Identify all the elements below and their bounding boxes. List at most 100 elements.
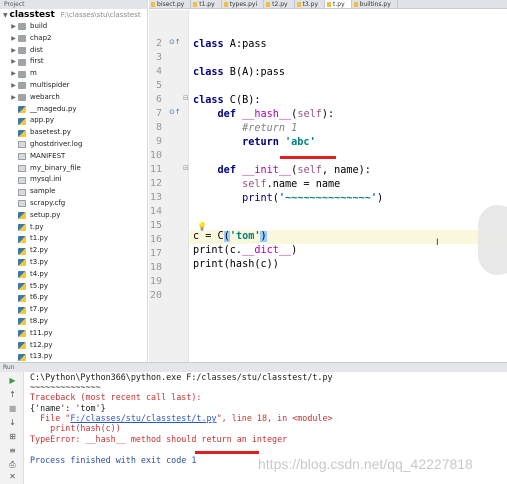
project-root[interactable]: ▼ classtest F:\classes\stu\classtest <box>0 9 147 21</box>
chevron-right-icon[interactable]: ▶ <box>9 80 18 92</box>
chevron-right-icon[interactable]: ▶ <box>9 21 18 33</box>
trash-icon[interactable]: ✕ <box>8 472 17 481</box>
project-panel-header[interactable]: Project <box>0 0 147 9</box>
run-panel-header[interactable]: Run <box>0 362 507 372</box>
code-line-12: self.name = name <box>193 178 340 192</box>
folder-icon <box>18 46 26 54</box>
layout-icon[interactable]: ⊞ <box>8 432 17 441</box>
tree-file[interactable]: t6.py <box>0 292 147 304</box>
line-number: 11 <box>149 164 162 175</box>
code-line-2: class A:pass <box>193 38 267 52</box>
tree-file[interactable]: scrapy.cfg <box>0 198 147 210</box>
tree-file[interactable]: ghostdriver.log <box>0 139 147 151</box>
chevron-right-icon[interactable]: ▶ <box>9 45 18 57</box>
override-gutter-icon[interactable]: ⊙↑ <box>169 38 181 46</box>
tree-file[interactable]: t4.py <box>0 269 147 281</box>
folder-icon <box>18 58 26 66</box>
editor-tab[interactable]: t1.py <box>191 0 222 8</box>
tree-file[interactable]: t.py <box>0 222 147 234</box>
self-param: self <box>297 165 322 176</box>
lightbulb-icon[interactable]: 💡 <box>197 222 207 231</box>
line-number: 12 <box>149 178 162 189</box>
traceback-file-link[interactable]: F:/classes/stu/classtest/t.py <box>70 413 216 423</box>
tree-folder[interactable]: ▶ first <box>0 56 147 68</box>
code-editor[interactable]: class A:pass class B(A):pass class C(B):… <box>190 10 507 362</box>
line-number: 18 <box>149 262 162 273</box>
tree-file[interactable]: my_binary_file <box>0 163 147 175</box>
code-text: A:pass <box>223 39 267 50</box>
string-literal: 'tom' <box>229 231 261 242</box>
tree-file[interactable]: t13.py <box>0 351 147 362</box>
line-number: 20 <box>149 290 162 301</box>
editor-gutter: ⊙↑ ⊙↑ ⊟ ⊟ 2 3 4 5 6 7 8 9 10 11 12 13 14 15 16 17 18 19 20 <box>149 10 189 362</box>
tree-file[interactable]: t8.py <box>0 316 147 328</box>
tree-folder[interactable]: ▶ multispider <box>0 80 147 92</box>
scrollbar-thumb[interactable] <box>478 205 507 275</box>
editor-tab[interactable]: t3.py <box>295 0 325 8</box>
editor-tab[interactable]: t2.py <box>264 0 295 8</box>
tree-file[interactable]: t3.py <box>0 257 147 269</box>
editor-tab[interactable]: types.pyi <box>222 0 265 8</box>
tree-folder[interactable]: ▶ m <box>0 68 147 80</box>
project-sidebar: Project ▼ classtest F:\classes\stu\class… <box>0 0 148 362</box>
print-icon[interactable]: ⎙ <box>8 460 17 469</box>
keyword: def <box>217 165 236 176</box>
fold-icon[interactable]: ⊟ <box>183 164 189 172</box>
soft-wrap-icon[interactable]: ≡ <box>8 446 17 455</box>
editor-tab[interactable]: builtins.py <box>352 0 398 8</box>
file-icon <box>18 141 26 149</box>
rerun-icon[interactable]: ▶ <box>8 376 17 385</box>
console-command: C:\Python\Python366\python.exe F:/classe… <box>30 372 333 382</box>
line-number: 15 <box>149 220 162 231</box>
stop-icon[interactable]: ■ <box>8 404 17 413</box>
tree-file[interactable]: t11.py <box>0 328 147 340</box>
tree-item-label: ghostdriver.log <box>30 139 83 148</box>
tree-item-label: scrapy.cfg <box>30 198 66 207</box>
red-annotation-underline <box>195 451 259 454</box>
override-gutter-icon[interactable]: ⊙↑ <box>169 108 181 116</box>
tree-folder[interactable]: ▶ dist <box>0 45 147 57</box>
tree-file[interactable]: t7.py <box>0 304 147 316</box>
tree-file[interactable]: app.py <box>0 115 147 127</box>
python-file-icon <box>18 223 26 231</box>
tree-item-label: t8.py <box>30 316 49 325</box>
chevron-right-icon[interactable]: ▶ <box>9 92 18 104</box>
tree-file[interactable]: __magedu.py <box>0 104 147 116</box>
line-number: 13 <box>149 192 162 203</box>
down-arrow-icon[interactable]: ↓ <box>8 418 17 427</box>
editor-tab[interactable]: bisect.py <box>149 0 192 8</box>
tree-folder[interactable]: ▶ build <box>0 21 147 33</box>
tree-file[interactable]: setup.py <box>0 210 147 222</box>
tree-file[interactable]: MANIFEST <box>0 151 147 163</box>
code-text: C(B): <box>223 95 261 106</box>
code-line-6: class C(B): <box>193 94 260 108</box>
run-toolbar: ▶ ↑ ■ ↓ ⊞ ≡ ⎙ ✕ <box>0 372 24 484</box>
code-line-11: def __init__(self, name): <box>193 164 371 178</box>
tree-file[interactable]: t5.py <box>0 281 147 293</box>
code-text: print(hash(c)) <box>193 259 279 270</box>
code-line-4: class B(A):pass <box>193 66 285 80</box>
chevron-right-icon[interactable]: ▶ <box>9 33 18 45</box>
editor-tab[interactable]: t.py <box>325 0 352 8</box>
tree-folder[interactable]: ▶ chap2 <box>0 33 147 45</box>
keyword: return <box>242 137 279 148</box>
tree-file[interactable]: t12.py <box>0 340 147 352</box>
fold-icon[interactable]: ⊟ <box>183 94 189 102</box>
tree-item-label: dist <box>30 45 43 54</box>
string-literal: '~~~~~~~~~~~~~~' <box>278 193 378 204</box>
tree-file[interactable]: mysql.ini <box>0 174 147 186</box>
code-line-8: #return 1 <box>193 122 297 136</box>
tree-file[interactable]: sample <box>0 186 147 198</box>
run-tab-label[interactable]: Run <box>3 364 15 371</box>
python-file-icon <box>18 318 26 326</box>
chevron-right-icon[interactable]: ▶ <box>9 56 18 68</box>
chevron-right-icon[interactable]: ▶ <box>9 68 18 80</box>
tree-file[interactable]: t2.py <box>0 245 147 257</box>
tree-item-label: MANIFEST <box>30 151 66 160</box>
tree-file[interactable]: basetest.py <box>0 127 147 139</box>
up-arrow-icon[interactable]: ↑ <box>8 390 17 399</box>
tree-file[interactable]: t1.py <box>0 233 147 245</box>
python-file-icon <box>18 306 26 314</box>
tree-folder[interactable]: ▶ webarch <box>0 92 147 104</box>
line-number: 7 <box>155 108 162 119</box>
